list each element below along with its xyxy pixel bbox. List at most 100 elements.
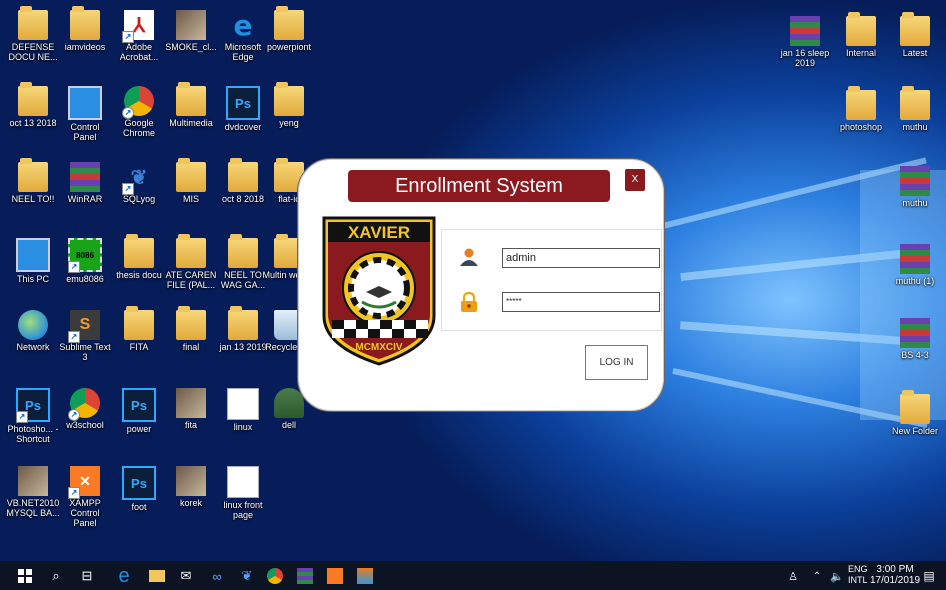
notification-icon[interactable]: ▤ <box>918 565 940 587</box>
app-taskbar-icon[interactable] <box>354 565 376 587</box>
desktop-icon[interactable]: powerpiont <box>262 6 316 52</box>
desktop-icon[interactable]: ❦SQLyog <box>112 162 166 204</box>
clock[interactable]: 3:00 PM 17/01/2019 <box>870 564 920 586</box>
username-input[interactable]: admin <box>502 248 660 268</box>
folder-icon <box>846 12 876 46</box>
tray-chevron-icon[interactable]: ⌃ <box>806 565 828 587</box>
folder-icon <box>70 6 100 40</box>
volume-icon[interactable]: 🔈 <box>826 565 848 587</box>
desktop-icon[interactable]: FITA <box>112 306 166 352</box>
desktop-icon[interactable]: MIS <box>164 158 218 204</box>
desktop-icon[interactable]: Internal <box>834 12 888 58</box>
desktop-icon[interactable]: PsPhotosho... - Shortcut <box>6 388 60 444</box>
mail-icon[interactable]: ✉ <box>175 565 197 587</box>
winrar-taskbar-icon[interactable] <box>294 565 316 587</box>
taskbar: ⌕ ⊟ e ✉ ∞ ❦ ♙ ⌃ 🔈 ENG INTL 3:00 PM 17/01… <box>0 561 946 590</box>
edge-icon: e <box>233 8 253 42</box>
xampp-taskbar-icon[interactable] <box>324 565 346 587</box>
desktop-icon[interactable]: ⅄Adobe Acrobat... <box>112 10 166 62</box>
login-button[interactable]: LOG IN <box>585 345 648 380</box>
desktop-icon[interactable]: ATE CAREN FILE (PAL... <box>164 234 218 290</box>
desktop-icon[interactable]: muthu <box>888 166 942 208</box>
infinity-icon[interactable]: ∞ <box>206 565 228 587</box>
search-icon[interactable]: ⌕ <box>45 565 67 587</box>
desktop-icon[interactable]: VB.NET2010 MYSQL BA... <box>6 466 60 518</box>
desktop-icon-label: Multimedia <box>169 118 213 128</box>
desktop-icon-label: WinRAR <box>67 194 103 204</box>
acrobat-icon: ⅄ <box>122 10 154 43</box>
desktop-icon-label: power <box>126 424 152 434</box>
desktop-icon-label: jan 16 sleep 2019 <box>780 48 830 68</box>
folder-icon <box>124 234 154 268</box>
desktop-icon[interactable]: photoshop <box>834 86 888 132</box>
desktop-icon[interactable]: Control Panel <box>58 86 112 142</box>
chrome-icon <box>122 86 154 119</box>
people-icon[interactable]: ♙ <box>782 565 804 587</box>
login-form: admin ***** <box>441 229 662 331</box>
desktop-icon[interactable]: iamvideos <box>58 6 112 52</box>
desktop-icon[interactable]: WinRAR <box>58 162 112 204</box>
desktop-icon[interactable]: jan 16 sleep 2019 <box>778 16 832 68</box>
desktop-icon[interactable]: fita <box>164 388 218 430</box>
desktop-icon[interactable]: BS 4-3 <box>888 318 942 360</box>
desktop-icon[interactable]: SMOKE_cl... <box>164 10 218 52</box>
desktop-icon[interactable]: New Folder <box>888 390 942 436</box>
dialog-title: Enrollment System <box>348 170 610 202</box>
folder-icon <box>18 82 48 116</box>
desktop-icon-label: VB.NET2010 MYSQL BA... <box>6 498 60 518</box>
desktop-icon-label: w3school <box>66 420 104 430</box>
start-button[interactable] <box>14 565 36 587</box>
sublime-icon: S <box>68 310 100 343</box>
desktop-icon[interactable]: SSublime Text 3 <box>58 310 112 362</box>
desktop-icon[interactable]: Latest <box>888 12 942 58</box>
desktop-icon[interactable]: Google Chrome <box>112 86 166 138</box>
lang-bottom: INTL <box>848 575 868 585</box>
image-icon <box>176 466 206 496</box>
chrome-taskbar-icon[interactable] <box>264 565 286 587</box>
desktop-icon[interactable]: oct 13 2018 <box>6 82 60 128</box>
desktop-icon[interactable]: 8086emu8086 <box>58 238 112 284</box>
desktop-icon[interactable]: Ps power <box>112 388 166 434</box>
clock-date: 17/01/2019 <box>870 575 921 586</box>
language-indicator[interactable]: ENG INTL <box>848 564 868 586</box>
winrar-icon <box>70 162 100 192</box>
folder-icon <box>900 86 930 120</box>
folder-icon <box>274 82 304 116</box>
desktop-icon[interactable]: Multimedia <box>164 82 218 128</box>
desktop-icon[interactable]: DEFENSE DOCU NE... <box>6 6 60 62</box>
password-input[interactable]: ***** <box>502 292 660 312</box>
desktop-icon-label: Internal <box>845 48 877 58</box>
desktop-icon[interactable]: thesis docu <box>112 234 166 280</box>
close-button[interactable]: X <box>625 169 645 191</box>
desktop-icon-label: oct 13 2018 <box>9 118 57 128</box>
desktop-icon[interactable]: This PC <box>6 238 60 284</box>
desktop-icon-label: korek <box>179 498 202 508</box>
desktop-icon-label: Sublime Text 3 <box>59 342 111 362</box>
desktop-icon[interactable]: Network <box>6 310 60 352</box>
desktop-icon[interactable]: ✕XAMPP Control Panel <box>58 466 112 528</box>
desktop-icon-label: emu8086 <box>66 274 104 284</box>
xampp-icon: ✕ <box>68 466 100 499</box>
desktop-icon[interactable]: muthu (1) <box>888 244 942 286</box>
desktop-icon[interactable]: w3school <box>58 388 112 430</box>
lock-icon <box>461 292 477 312</box>
desktop-icon[interactable]: Ps foot <box>112 466 166 512</box>
desktop-icon[interactable]: korek <box>164 466 218 508</box>
desktop-icon[interactable]: linux front page <box>216 466 270 520</box>
desktop-icon-label: muthu (1) <box>895 276 935 286</box>
folder-icon <box>18 158 48 192</box>
desktop-icon[interactable]: final <box>164 306 218 352</box>
desktop-icon[interactable]: yeng <box>262 82 316 128</box>
sqlyog-taskbar-icon[interactable]: ❦ <box>236 565 258 587</box>
desktop-icon-label: fita <box>184 420 197 430</box>
lang-top: ENG <box>848 564 868 574</box>
file-explorer-icon[interactable] <box>146 565 168 587</box>
photoshop-icon: Ps <box>122 466 156 500</box>
task-view-icon[interactable]: ⊟ <box>76 565 98 587</box>
winrar-icon <box>900 318 930 348</box>
desktop-icon[interactable]: NEEL TO!! <box>6 158 60 204</box>
folder-icon <box>228 306 258 340</box>
edge-taskbar-icon[interactable]: e <box>113 565 135 587</box>
desktop-icon-label: MIS <box>182 194 199 204</box>
desktop-icon[interactable]: muthu <box>888 86 942 132</box>
